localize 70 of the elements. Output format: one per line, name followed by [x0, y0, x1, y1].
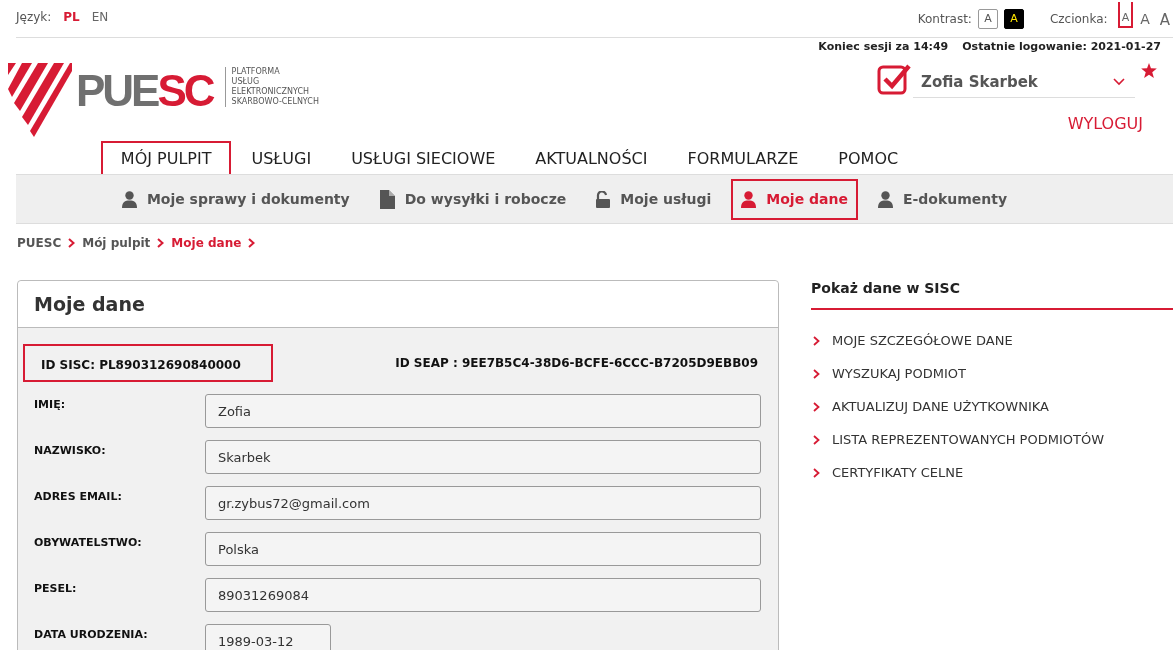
contrast-button[interactable]: A — [977, 8, 998, 29]
logo-tagline: PLATFORMA — [231, 67, 281, 77]
breadcrumb-link[interactable]: Moje dane — [171, 236, 242, 250]
chevron-right-icon — [157, 238, 165, 248]
person-icon — [877, 190, 893, 208]
star-icon[interactable] — [1141, 63, 1157, 78]
breadcrumb-link[interactable]: PUESC — [17, 236, 62, 250]
logo-tagline: SKARBOWO-CELNYCH — [231, 97, 319, 107]
sub-nav-tab[interactable]: Do wysyłki i robocze — [369, 177, 577, 221]
logo-tagline: ELEKTRONICZNYCH — [231, 87, 310, 97]
main-nav-item[interactable]: FORMULARZE — [667, 141, 819, 174]
field-label: NAZWISKO: — [33, 443, 107, 457]
field-label: PESEL: — [33, 581, 78, 595]
session-timeout: Koniec sesji za 14:49 — [818, 40, 949, 53]
language-label: Język: — [16, 10, 52, 24]
chevron-right-icon — [813, 335, 820, 346]
input-field[interactable]: 89031269084 — [205, 578, 761, 612]
id-sisc-text: ID SISC: PL890312690840000 — [23, 344, 273, 382]
sub-nav-tab[interactable]: Moje sprawy i dokumenty — [111, 178, 360, 220]
sub-nav-tab[interactable]: E-dokumenty — [867, 178, 1018, 220]
chevron-right-icon — [68, 238, 76, 248]
logout-link[interactable]: WYLOGUJ — [1067, 114, 1143, 133]
chevron-right-icon — [813, 401, 820, 412]
main-nav-item[interactable]: AKTUALNOŚCI — [515, 141, 668, 174]
last-login: Ostatnie logowanie: 2021-01-27 — [962, 40, 1161, 53]
language-link[interactable]: EN — [91, 10, 109, 24]
language-link[interactable]: PL — [63, 10, 80, 24]
stripes-logo-icon — [8, 63, 72, 137]
input-field[interactable]: gr.zybus72@gmail.com — [205, 486, 761, 520]
field-label: ADRES EMAIL: — [33, 489, 123, 503]
contrast-button[interactable]: A — [1003, 8, 1024, 29]
input-field[interactable]: 1989-03-12 — [205, 624, 331, 650]
chevron-right-icon — [813, 368, 820, 379]
breadcrumb-link[interactable]: Mój pulpit — [82, 236, 151, 250]
id-seap-text: ID SEAP : 9EE7B5C4-38D6-BCFE-6CCC-B7205D9EBB09 — [395, 356, 758, 370]
card-title: Moje dane — [34, 293, 145, 315]
unlocked-padlock-icon — [596, 190, 611, 208]
contrast-label: Kontrast: — [917, 11, 972, 26]
logo-wordmark: PUESC — [76, 69, 215, 113]
font-size-button[interactable]: A — [1137, 1, 1153, 28]
chevron-right-icon — [813, 467, 820, 478]
main-nav-item[interactable]: POMOC — [818, 141, 919, 174]
sub-nav-tab[interactable]: Moje usługi — [586, 178, 722, 220]
user-dropdown[interactable]: Zofia Skarbek — [913, 63, 1135, 98]
font-size-button[interactable]: A — [1156, 1, 1173, 28]
input-field[interactable]: Skarbek — [205, 440, 761, 474]
chevron-right-icon — [813, 434, 820, 445]
person-icon — [741, 190, 757, 208]
side-link[interactable]: AKTUALIZUJ DANE UŻYTKOWNIKA — [832, 399, 1049, 414]
input-field[interactable]: Polska — [205, 532, 761, 566]
font-size-label: Czcionka: — [1049, 11, 1108, 26]
field-label: DATA URODZENIA: — [33, 627, 149, 641]
font-size-button[interactable]: A — [1117, 1, 1134, 28]
person-icon — [121, 190, 137, 208]
logo-tagline: USŁUG — [231, 77, 261, 87]
file-icon — [379, 189, 395, 209]
main-nav-item[interactable]: USŁUGI SIECIOWE — [331, 141, 516, 174]
side-link[interactable]: WYSZUKAJ PODMIOT — [832, 366, 966, 381]
sub-nav-tab[interactable]: Moje dane — [731, 178, 858, 220]
checkbox-icon — [877, 63, 911, 95]
field-label: IMIĘ: — [33, 397, 67, 411]
chevron-down-icon — [1113, 78, 1125, 86]
side-link[interactable]: LISTA REPREZENTOWANYCH PODMIOTÓW — [832, 432, 1104, 447]
main-nav-item[interactable]: USŁUGI — [231, 141, 332, 174]
side-panel-title: Pokaż dane w SISC — [811, 280, 1173, 310]
field-label: OBYWATELSTWO: — [33, 535, 143, 549]
chevron-right-icon — [248, 238, 256, 248]
input-field[interactable]: Zofia — [205, 394, 761, 428]
side-link[interactable]: MOJE SZCZEGÓŁOWE DANE — [832, 333, 1013, 348]
side-link[interactable]: CERTYFIKATY CELNE — [832, 465, 964, 480]
